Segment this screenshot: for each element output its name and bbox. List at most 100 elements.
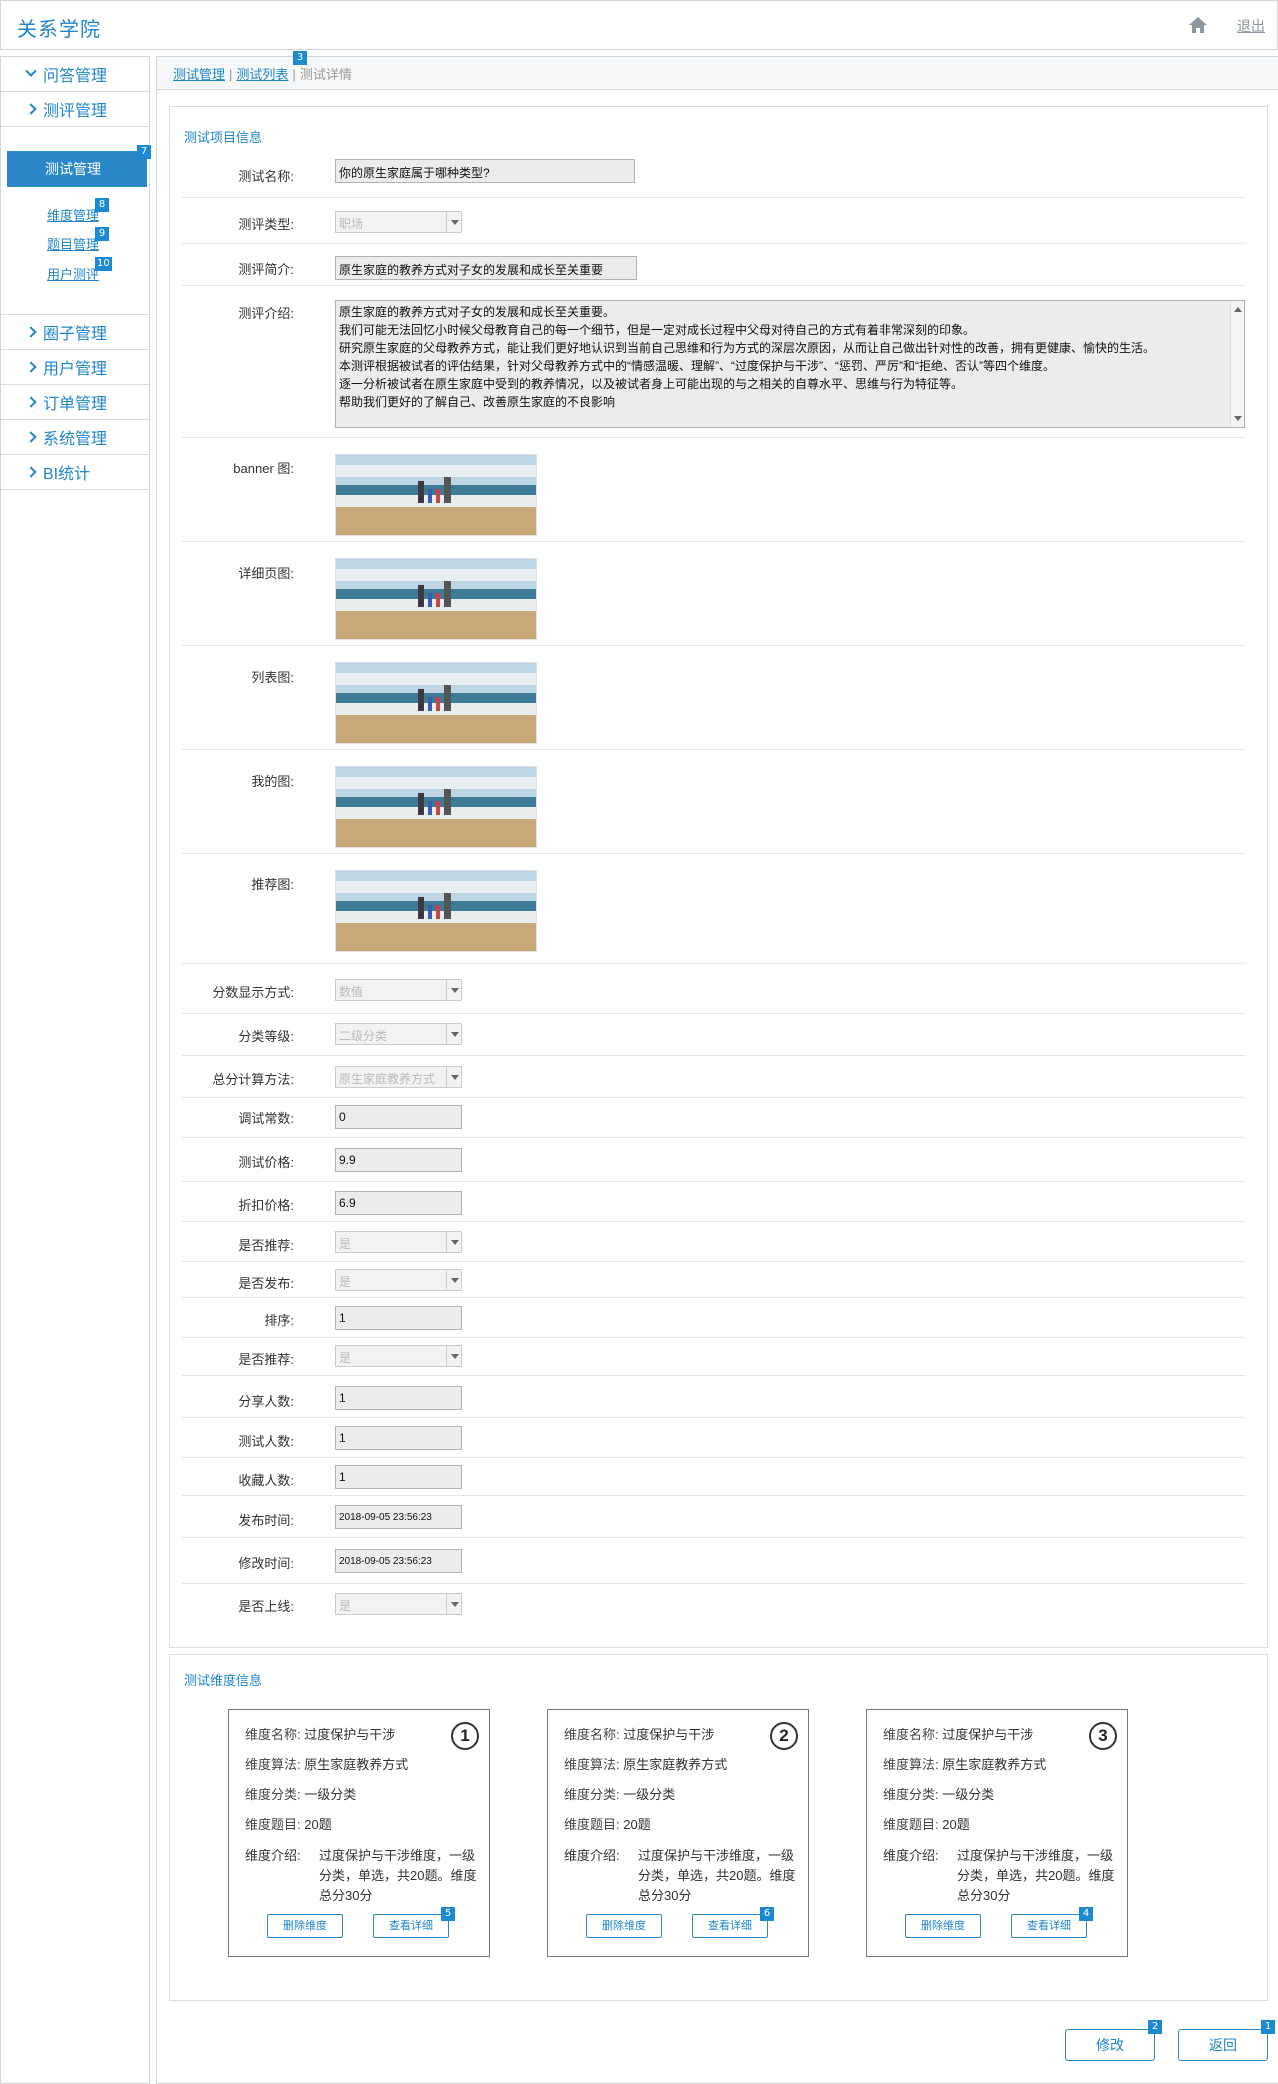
score-display-select[interactable]: 数值 [335,979,462,1001]
home-icon[interactable] [1187,14,1209,36]
field-label: 测评简介: [238,262,294,277]
field-label: 推荐图: [251,877,294,892]
delete-dimension-button[interactable]: 删除维度 [267,1914,343,1938]
recommend-select[interactable]: 是 [335,1231,462,1253]
test-intro-textarea[interactable]: 原生家庭的教养方式对子女的发展和成长至关重要。 我们可能无法回忆小时候父母教育自… [335,300,1245,428]
field-label: 列表图: [251,670,294,685]
sidebar-item-test-management[interactable]: 测试管理 [7,151,147,187]
breadcrumb: 测试管理 | 测试列表 | 测试详情 [157,57,1278,90]
breadcrumb-test-management[interactable]: 测试管理 [173,67,225,82]
recommend-image [335,870,537,952]
field-label: 折扣价格: [238,1198,294,1213]
dim-algo-row: 维度算法: 原生家庭教养方式 [245,1757,409,1772]
breadcrumb-current: 测试详情 [299,67,352,82]
field-label: 是否推荐: [238,1352,294,1367]
detail-image [335,558,537,640]
sidebar-group-system[interactable]: 系统管理 [1,420,149,455]
test-type-select[interactable]: 职场 [335,211,462,233]
intro-line: 我们可能无法回忆小时候父母教育自己的每一个细节，但是一定对成长过程中父母对待自己… [339,323,976,337]
score-calc-select[interactable]: 原生家庭教养方式 [335,1066,462,1088]
sidebar-group-label: 系统管理 [43,431,108,448]
dim-intro-row: 维度介绍: 过度保护与干涉维度，一级分类，单选，共20题。维度总分30分 [883,1848,1115,1903]
field-label: banner 图: [233,461,294,476]
test-name-field[interactable]: 你的原生家庭属于哪种类型? [335,159,635,183]
delete-dimension-button[interactable]: 删除维度 [905,1914,981,1938]
edit-button[interactable]: 修改 [1065,2029,1155,2061]
field-label: 是否上线: [238,1599,294,1614]
annotation-badge: 1 [1261,2020,1275,2034]
dim-category-row: 维度分类: 一级分类 [245,1787,357,1802]
online-select[interactable]: 是 [335,1593,462,1615]
scrollbar[interactable] [1230,301,1244,427]
chevron-right-icon [25,396,37,408]
chevron-right-icon [25,361,37,373]
intro-line: 原生家庭的教养方式对子女的发展和成长至关重要。 [339,305,616,319]
sidebar-group-label: 订单管理 [43,396,108,413]
debug-constant-field[interactable]: 0 [335,1105,462,1129]
sidebar-group-bi[interactable]: BI统计 [1,455,149,490]
discount-price-field[interactable]: 6.9 [335,1191,462,1215]
sidebar-group-qa[interactable]: 问答管理 [1,57,149,92]
annotation-badge: 7 [137,145,151,159]
view-detail-button[interactable]: 查看详细 [1011,1914,1087,1938]
share-count-field[interactable]: 1 [335,1386,462,1410]
intro-line: 帮助我们更好的了解自己、改善原生家庭的不良影响 [339,395,616,409]
dim-name-row: 维度名称: 过度保护与干涉 [883,1727,1034,1742]
field-label: 详细页图: [238,566,294,581]
select-value: 是 [339,1275,352,1289]
sidebar-item-user-test[interactable]: 用户测评 [47,264,99,283]
modify-time-field[interactable]: 2018-09-05 23:56:23 [335,1549,462,1573]
dimension-card: 2 维度名称: 过度保护与干涉 维度算法: 原生家庭教养方式 维度分类: 一级分… [547,1709,809,1957]
price-field[interactable]: 9.9 [335,1148,462,1172]
publish-time-field[interactable]: 2018-09-05 23:56:23 [335,1505,462,1529]
delete-dimension-button[interactable]: 删除维度 [586,1914,662,1938]
app-title: 关系学院 [17,19,101,41]
sidebar-group-label: 圈子管理 [43,326,108,343]
sidebar-group-circle[interactable]: 圈子管理 [1,315,149,350]
recommend-select-2[interactable]: 是 [335,1345,462,1367]
sidebar-group-assessment[interactable]: 测评管理 [1,92,149,127]
dim-algo-row: 维度算法: 原生家庭教养方式 [564,1757,728,1772]
select-value: 职场 [339,217,364,231]
back-button[interactable]: 返回 [1178,2029,1268,2061]
test-brief-field[interactable]: 原生家庭的教养方式对子女的发展和成长至关重要 [335,256,637,280]
select-value: 是 [339,1237,352,1251]
view-detail-button[interactable]: 查看详细 [692,1914,768,1938]
field-label: 分享人数: [238,1394,294,1409]
intro-line: 逐一分析被试者在原生家庭中受到的教养情况，以及被试者身上可能出现的与之相关的自尊… [339,377,964,391]
favorite-count-field[interactable]: 1 [335,1465,462,1489]
view-detail-button[interactable]: 查看详细 [373,1914,449,1938]
chevron-down-icon [446,1270,461,1290]
sort-field[interactable]: 1 [335,1306,462,1330]
list-image [335,662,537,744]
annotation-badge: 8 [95,198,109,212]
sidebar-group-orders[interactable]: 订单管理 [1,385,149,420]
dimension-card: 1 维度名称: 过度保护与干涉 维度算法: 原生家庭教养方式 维度分类: 一级分… [228,1709,490,1957]
intro-line: 本测评根据被试者的评估结果，针对父母教养方式中的“情感温暖、理解”、“过度保护与… [339,359,1055,373]
chevron-down-icon [446,1024,461,1044]
sidebar-group-label: 测评管理 [43,103,108,120]
logout-link[interactable]: 退出 [1237,16,1265,36]
tester-count-field[interactable]: 1 [335,1426,462,1450]
dimension-card: 3 维度名称: 过度保护与干涉 维度算法: 原生家庭教养方式 维度分类: 一级分… [866,1709,1128,1957]
breadcrumb-separator: | [292,67,296,82]
field-label: 排序: [264,1313,294,1328]
field-label: 测评类型: [238,217,294,232]
chevron-down-icon [446,1232,461,1252]
publish-select[interactable]: 是 [335,1269,462,1291]
sidebar-item-question[interactable]: 题目管理 [47,234,99,253]
panel-title: 测试维度信息 [184,1673,263,1688]
field-label: 发布时间: [238,1513,294,1528]
field-label: 我的图: [251,774,294,789]
chevron-down-icon [446,1067,461,1087]
sidebar-item-dimension[interactable]: 维度管理 [47,205,99,224]
annotation-badge: 5 [441,1907,455,1921]
select-value: 是 [339,1351,352,1365]
breadcrumb-test-list[interactable]: 测试列表 [236,67,288,82]
dim-intro-row: 维度介绍: 过度保护与干涉维度，一级分类，单选，共20题。维度总分30分 [564,1848,796,1903]
category-level-select[interactable]: 二级分类 [335,1023,462,1045]
dim-algo-row: 维度算法: 原生家庭教养方式 [883,1757,1047,1772]
sidebar-group-users[interactable]: 用户管理 [1,350,149,385]
chevron-right-icon [25,466,37,478]
chevron-right-icon [25,431,37,443]
